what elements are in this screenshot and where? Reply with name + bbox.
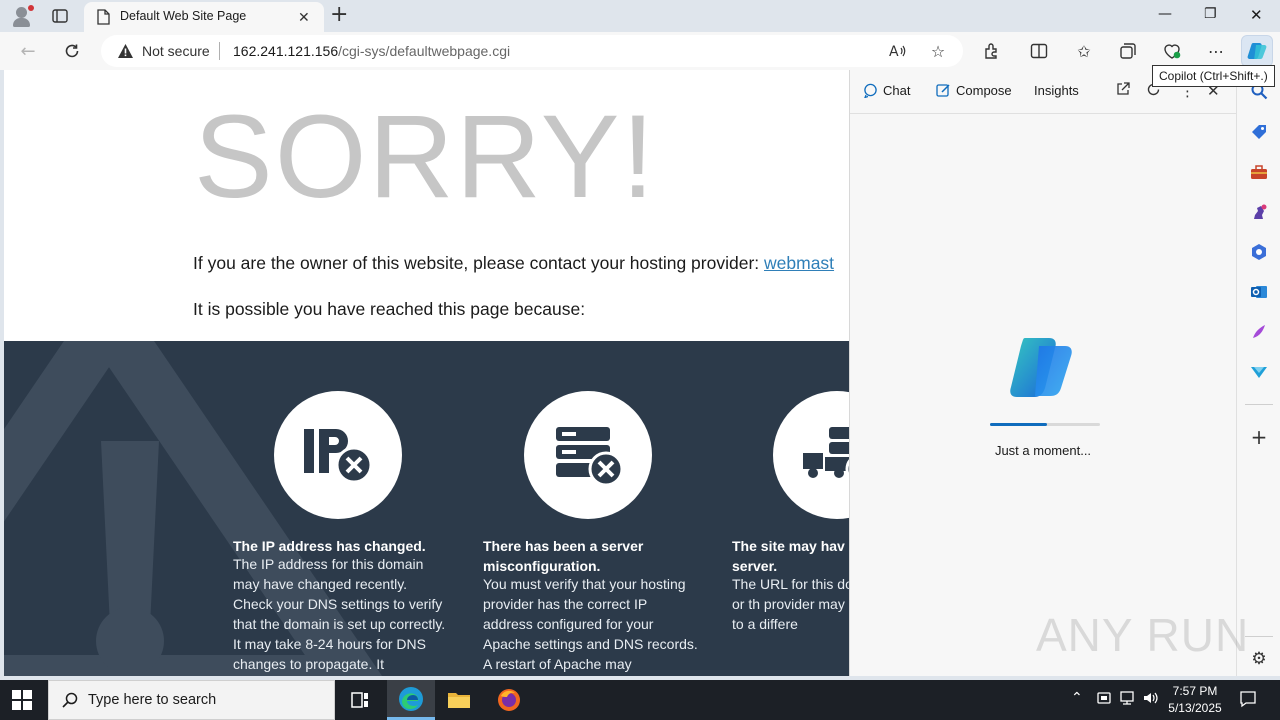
address-bar[interactable]: Not secure 162.241.121.156/cgi-sys/defau… (101, 35, 963, 67)
loading-progress-fill (990, 423, 1048, 426)
browser-toolbar: ← Not secure 162.241.121.156/cgi-sys/def… (0, 32, 1280, 70)
windows-start-icon[interactable] (12, 690, 32, 710)
clock-date: 5/13/2025 (1168, 701, 1222, 715)
tab-insights-label: Insights (1034, 83, 1079, 98)
split-screen-icon[interactable] (1028, 40, 1050, 62)
collections-icon[interactable] (1117, 40, 1139, 62)
notification-center-icon[interactable] (1239, 690, 1257, 712)
clock-time: 7:57 PM (1172, 684, 1218, 698)
taskbar-search-box[interactable]: Type here to search (48, 680, 335, 720)
tab-strip: Default Web Site Page ✕ + — ❐ ✕ (0, 0, 1280, 32)
anyrun-watermark: ANY RUN (1036, 609, 1250, 661)
security-label[interactable]: Not secure (142, 43, 210, 59)
tray-chevron-up-icon[interactable]: ⌃ (1071, 690, 1083, 706)
taskbar-clock[interactable]: 7:57 PM 5/13/2025 (1156, 683, 1234, 717)
reason-title: The site may hav different server. (732, 538, 849, 574)
browser-essentials-icon[interactable] (1161, 40, 1183, 62)
favorite-star-icon[interactable]: ☆ (927, 40, 949, 62)
extensions-icon[interactable] (980, 40, 1002, 62)
designer-icon[interactable] (1248, 321, 1270, 343)
webmaster-link[interactable]: webmast (764, 253, 834, 273)
read-aloud-icon[interactable]: A (887, 40, 909, 62)
more-options-icon[interactable]: ⋯ (1205, 40, 1227, 62)
url-path: /cgi-sys/defaultwebpage.cgi (338, 43, 511, 59)
copilot-pane: Chat Compose Insights ⋮ ✕ Just a moment.… (849, 70, 1236, 676)
compose-icon (936, 84, 950, 97)
reason-title: The IP address has changed. (233, 538, 426, 554)
tab-compose-label: Compose (956, 83, 1012, 98)
svg-text:A: A (889, 44, 899, 59)
edge-sidebar: + ⚙ (1236, 70, 1280, 676)
chat-icon (864, 83, 877, 98)
web-page: SORRY! If you are the owner of this webs… (4, 70, 849, 676)
open-in-new-icon[interactable] (1116, 82, 1130, 100)
reason-body: The IP address for this domain may have … (233, 556, 446, 672)
minimize-icon[interactable]: — (1158, 6, 1172, 22)
reasons-section: The IP address has changed. The IP addre… (4, 341, 849, 676)
favorites-icon[interactable]: ✩ (1073, 40, 1095, 62)
warning-icon[interactable] (117, 43, 134, 63)
page-icon (96, 9, 110, 29)
tab-compose[interactable]: Compose (936, 83, 1012, 98)
drop-send-icon[interactable] (1248, 361, 1270, 383)
ip-error-icon (274, 391, 402, 519)
divider (219, 42, 220, 60)
games-chess-icon[interactable] (1248, 201, 1270, 223)
taskbar-edge-icon[interactable] (387, 680, 435, 720)
back-icon[interactable]: ← (17, 40, 39, 62)
restore-icon[interactable]: ❐ (1204, 6, 1217, 22)
new-tab-icon[interactable]: + (330, 4, 348, 26)
sidebar-settings-gear-icon[interactable]: ⚙ (1248, 648, 1270, 670)
taskbar-firefox-icon[interactable] (485, 680, 533, 720)
tray-security-icon[interactable] (1096, 690, 1112, 710)
microsoft-365-icon[interactable] (1248, 241, 1270, 263)
taskbar-file-explorer-icon[interactable] (435, 680, 483, 720)
tab-chat[interactable]: Chat (863, 83, 910, 98)
copilot-icon (1247, 43, 1267, 59)
tab-close-icon[interactable]: ✕ (298, 10, 310, 26)
loading-progress-bar (990, 423, 1100, 426)
task-view-icon[interactable] (336, 680, 384, 720)
sidebar-divider (1245, 404, 1273, 405)
reason-body: You must verify that your hosting provid… (483, 576, 698, 672)
search-placeholder: Type here to search (88, 692, 217, 708)
possible-reasons-heading: It is possible you have reached this pag… (193, 299, 586, 319)
copilot-tooltip: Copilot (Ctrl+Shift+.) (1152, 65, 1275, 87)
tab-default-web-site-page[interactable]: Default Web Site Page ✕ (84, 2, 324, 32)
sorry-headline: SORRY! (194, 91, 657, 223)
tools-toolbox-icon[interactable] (1248, 161, 1270, 183)
copilot-logo-icon (1010, 338, 1072, 397)
add-sidebar-app-icon[interactable]: + (1248, 425, 1270, 449)
search-magnifier-icon (61, 691, 79, 713)
owner-text: If you are the owner of this website, pl… (193, 253, 765, 273)
tab-title: Default Web Site Page (120, 9, 247, 23)
server-error-icon (524, 391, 652, 519)
server-move-icon (773, 391, 849, 519)
copilot-button[interactable] (1241, 35, 1273, 67)
reason-title: There has been a server misconfiguration… (483, 538, 644, 574)
refresh-icon[interactable] (61, 40, 83, 62)
owner-contact-text: If you are the owner of this website, pl… (193, 253, 834, 274)
close-window-icon[interactable]: ✕ (1250, 6, 1263, 24)
outlook-icon[interactable] (1248, 281, 1270, 303)
tab-insights[interactable]: Insights (1034, 83, 1079, 98)
windows-taskbar: Type here to search ⌃ 7:57 PM 5/13/2025 (0, 680, 1280, 720)
url-text[interactable]: 162.241.121.156/cgi-sys/defaultwebpage.c… (233, 43, 510, 59)
loading-text: Just a moment... (994, 443, 1092, 458)
tab-actions-icon[interactable] (50, 7, 70, 25)
profile-avatar-icon[interactable] (10, 5, 34, 27)
tray-network-icon[interactable] (1118, 690, 1136, 710)
shopping-tag-icon[interactable] (1248, 121, 1270, 143)
tab-chat-label: Chat (883, 83, 911, 98)
reason-body: The URL for this do have changed or th p… (732, 576, 849, 632)
url-host: 162.241.121.156 (233, 43, 339, 59)
